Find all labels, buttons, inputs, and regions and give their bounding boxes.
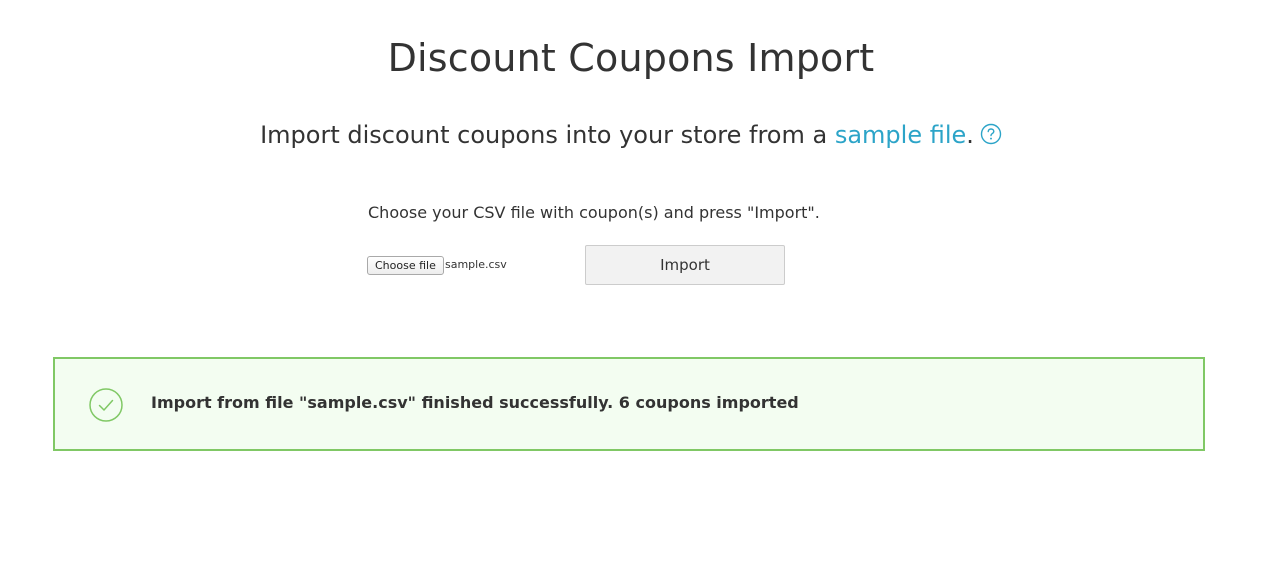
intro-text-after: .	[966, 121, 974, 149]
question-circle-icon[interactable]	[980, 123, 1002, 145]
intro-text-before: Import discount coupons into your store …	[260, 121, 835, 149]
success-message: Import from file "sample.csv" finished s…	[151, 393, 799, 412]
import-button[interactable]: Import	[585, 245, 785, 285]
import-instruction: Choose your CSV file with coupon(s) and …	[368, 203, 820, 222]
intro-text: Import discount coupons into your store …	[0, 121, 1262, 149]
selected-file-name: sample.csv	[445, 258, 507, 271]
check-circle-icon	[88, 387, 124, 423]
success-notification: Import from file "sample.csv" finished s…	[53, 357, 1205, 451]
sample-file-link[interactable]: sample file	[835, 121, 966, 149]
choose-file-button[interactable]: Choose file	[367, 256, 444, 275]
import-form: Choose file sample.csv Import	[367, 245, 787, 285]
page-title: Discount Coupons Import	[387, 36, 875, 80]
import-page: Discount Coupons Import Import discount …	[0, 0, 1262, 581]
